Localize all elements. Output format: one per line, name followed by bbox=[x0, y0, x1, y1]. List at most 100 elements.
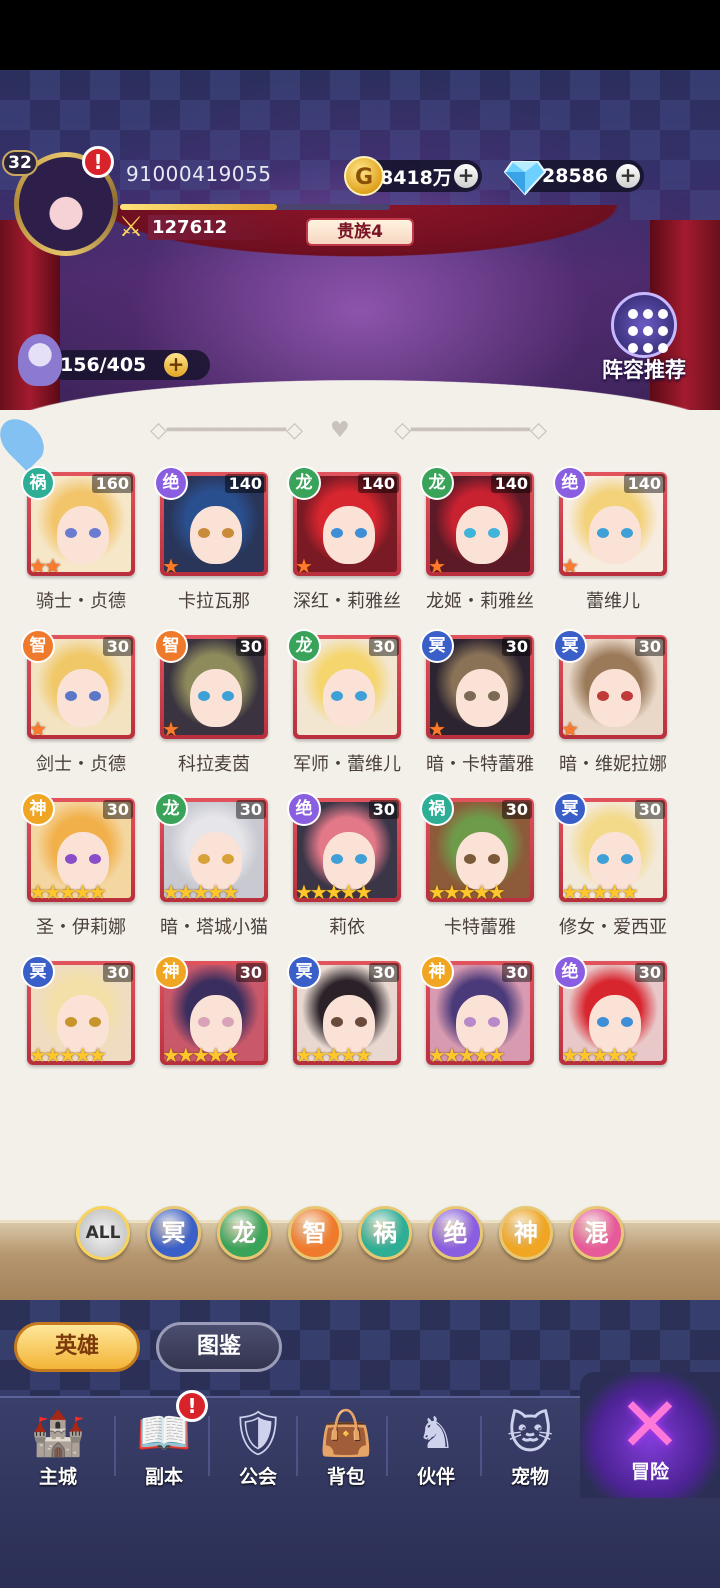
hero-card[interactable]: 龙 140 ★ bbox=[287, 466, 401, 576]
hero-name: 暗・塔城小猫 bbox=[160, 917, 268, 938]
nav-item-label: 宠物 bbox=[510, 1466, 549, 1488]
hero-faction-badge: 龙 bbox=[154, 792, 188, 826]
exp-bar bbox=[120, 204, 390, 210]
hero-stars: ★★★★★ bbox=[428, 880, 506, 904]
hero-card[interactable]: 冥 30 ★★★★★ bbox=[553, 792, 667, 902]
nav-adventure-label: 冒险 bbox=[630, 1461, 669, 1483]
hero-card[interactable]: 神 30 ★★★★★ bbox=[21, 792, 135, 902]
hero-card[interactable]: 冥 30 ★★★★★ bbox=[21, 955, 135, 1065]
hero-eye bbox=[355, 1017, 367, 1027]
hero-card[interactable]: 神 30 ★★★★★ bbox=[154, 955, 268, 1065]
hero-face bbox=[456, 669, 508, 727]
noble-rank-badge[interactable]: 贵族4 bbox=[306, 218, 414, 246]
hero-name: 圣・伊莉娜 bbox=[36, 917, 126, 938]
hero-eye bbox=[355, 854, 367, 864]
add-stamina-button[interactable]: + bbox=[164, 353, 188, 377]
hero-level: 30 bbox=[368, 637, 399, 656]
gold-counter: G 8418万 + bbox=[344, 156, 482, 196]
hero-faction-badge: 神 bbox=[420, 955, 454, 989]
filter-all[interactable]: ALL bbox=[76, 1206, 130, 1260]
hero-card[interactable]: 绝 140 ★ bbox=[154, 466, 268, 576]
hero-faction-badge: 智 bbox=[21, 629, 55, 663]
nav-separator bbox=[114, 1416, 116, 1476]
hero-stars: ★ bbox=[428, 717, 446, 741]
hero-card[interactable]: 冥 30 ★ bbox=[553, 629, 667, 741]
hero-card[interactable]: 龙 30 ★★★★★ bbox=[154, 792, 268, 902]
hero-eye bbox=[89, 528, 101, 538]
hero-stars: ★★★★★ bbox=[428, 1043, 506, 1067]
hero-face bbox=[57, 506, 109, 564]
hero-card[interactable]: 绝 30 ★★★★★ bbox=[287, 792, 401, 902]
hero-level: 30 bbox=[634, 800, 665, 819]
hero-card[interactable]: 冥 30 ★ bbox=[420, 629, 534, 741]
nav-adventure[interactable]: ✕ 冒险 bbox=[580, 1372, 720, 1498]
hero-card[interactable]: 智 30 ★ bbox=[21, 629, 135, 739]
hero-faction-badge: 冥 bbox=[553, 792, 587, 826]
hero-faction-badge: 冥 bbox=[287, 955, 321, 989]
hero-faction-badge: 绝 bbox=[553, 955, 587, 989]
diamond-counter: 28586 + bbox=[504, 160, 644, 196]
hero-card[interactable]: 龙 140 ★ bbox=[420, 466, 534, 576]
hero-eye bbox=[621, 528, 633, 538]
nav-item[interactable]: 🛡 公会 bbox=[212, 1404, 304, 1494]
hero-level: 30 bbox=[634, 963, 665, 982]
nav-item-label: 主城 bbox=[38, 1466, 77, 1488]
nav-item-label: 副本 bbox=[144, 1466, 183, 1488]
hero-faction-badge: 智 bbox=[154, 629, 188, 663]
add-gold-button[interactable]: + bbox=[454, 164, 478, 188]
nav-item[interactable]: 👜 背包 bbox=[300, 1404, 392, 1494]
filter-faction[interactable]: 祸 bbox=[358, 1206, 412, 1260]
hero-card[interactable]: 智 30 ★ bbox=[154, 629, 268, 739]
filter-faction[interactable]: 冥 bbox=[146, 1206, 201, 1260]
player-level-badge: 32 bbox=[2, 150, 38, 176]
hero-face bbox=[589, 669, 641, 727]
hero-faction-badge: 神 bbox=[21, 792, 55, 826]
hero-level: 160 bbox=[91, 474, 133, 493]
hero-eye bbox=[464, 528, 476, 538]
hero-level: 140 bbox=[357, 474, 399, 493]
filter-faction[interactable]: 龙 bbox=[217, 1206, 271, 1260]
hero-level: 30 bbox=[102, 800, 133, 819]
hero-eye bbox=[331, 528, 343, 538]
nav-item[interactable]: 🐱 宠物 bbox=[484, 1404, 576, 1494]
hero-card[interactable]: 祸 160 ★★ bbox=[21, 466, 135, 576]
hero-eye bbox=[89, 854, 101, 864]
combat-power: ⚔ 127612 bbox=[114, 210, 288, 243]
avatar-alert-icon: ! bbox=[82, 146, 114, 178]
player-id: 91000419055 bbox=[126, 162, 272, 186]
hero-name: 科拉麦茵 bbox=[178, 754, 250, 775]
tab-heroes[interactable]: 英雄 bbox=[14, 1322, 140, 1372]
hero-stars: ★ bbox=[561, 717, 579, 741]
nav-item[interactable]: ♞ 伙伴 bbox=[390, 1404, 482, 1494]
hero-card[interactable]: 绝 30 ★★★★★ bbox=[553, 955, 667, 1065]
hero-eye bbox=[222, 528, 234, 538]
hero-card[interactable]: 绝 140 ★ bbox=[553, 466, 667, 578]
formation-recommend-button[interactable]: 阵容推荐 bbox=[590, 292, 698, 384]
nav-item-label: 公会 bbox=[238, 1466, 277, 1488]
hero-faction-badge: 龙 bbox=[287, 466, 321, 500]
filter-faction[interactable]: 智 bbox=[287, 1206, 342, 1260]
hero-level: 140 bbox=[490, 474, 532, 493]
nav-item[interactable]: 🏰 主城 bbox=[12, 1404, 104, 1494]
hero-eye bbox=[488, 854, 500, 864]
hero-name: 暗・卡特蕾雅 bbox=[426, 754, 534, 775]
hero-stars: ★ bbox=[561, 554, 579, 578]
nav-separator bbox=[480, 1416, 482, 1476]
hero-level: 30 bbox=[235, 800, 266, 819]
filter-faction[interactable]: 混 bbox=[569, 1206, 624, 1260]
tab-codex[interactable]: 图鉴 bbox=[156, 1322, 282, 1372]
hero-card[interactable]: 冥 30 ★★★★★ bbox=[287, 955, 401, 1065]
filter-faction[interactable]: 神 bbox=[499, 1206, 553, 1260]
hero-card[interactable]: 神 30 ★★★★★ bbox=[420, 955, 534, 1067]
guild-shield-icon: 🛡 bbox=[230, 1408, 286, 1459]
hero-faction-badge: 绝 bbox=[287, 792, 321, 826]
add-diamond-button[interactable]: + bbox=[616, 164, 640, 188]
hero-eye bbox=[488, 528, 500, 538]
gold-value: 8418万 bbox=[380, 166, 452, 189]
hero-name: 暗・维妮拉娜 bbox=[559, 754, 667, 775]
hero-name: 剑士・贞德 bbox=[36, 754, 126, 775]
filter-faction[interactable]: 绝 bbox=[428, 1206, 483, 1260]
hero-card[interactable]: 龙 30 bbox=[287, 629, 401, 739]
nav-item-label: 伙伴 bbox=[416, 1466, 455, 1488]
hero-card[interactable]: 祸 30 ★★★★★ bbox=[420, 792, 534, 904]
